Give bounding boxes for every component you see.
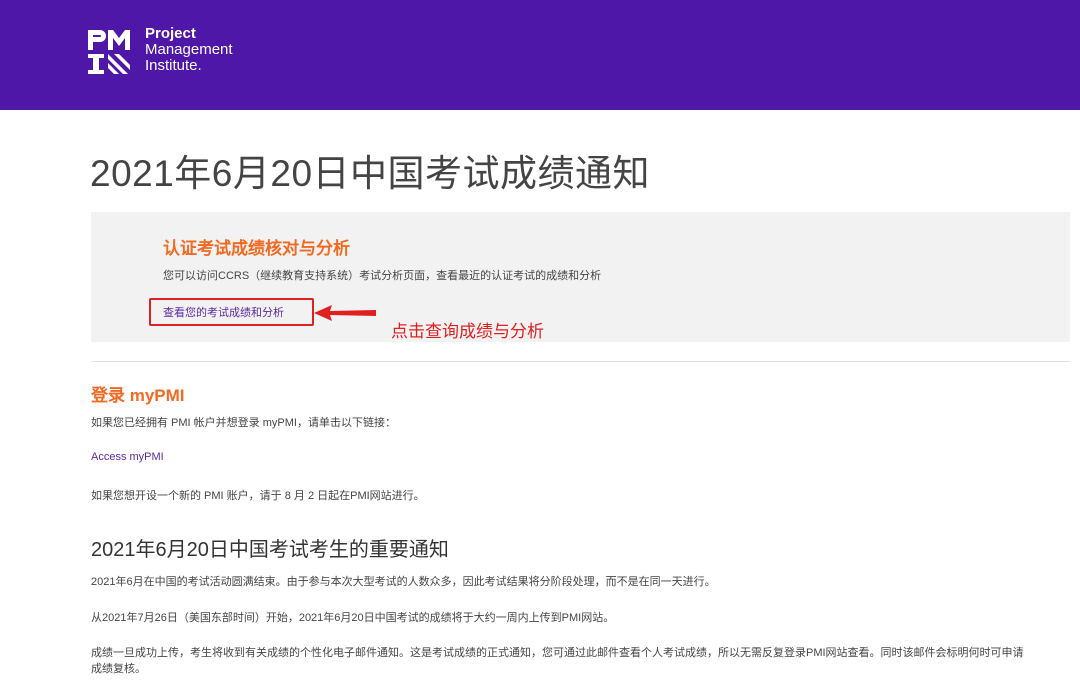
logo-line-institute: Institute. xyxy=(145,57,202,74)
logo-line-project: Project xyxy=(145,25,196,42)
page-title: 2021年6月20日中国考试成绩通知 xyxy=(90,153,651,194)
login-instruction: 如果您已经拥有 PMI 帐户并想登录 myPMI，请单击以下链接： xyxy=(91,417,396,429)
arrow-left-icon xyxy=(314,305,376,321)
view-scores-link[interactable]: 查看您的考试成绩和分析 xyxy=(163,304,284,320)
notice-paragraph-2: 从2021年7月26日（美国东部时间）开始，2021年6月20日中国考试的成绩将… xyxy=(91,612,615,624)
new-account-text: 如果您想开设一个新的 PMI 账户，请于 8 月 2 日起在PMI网站进行。 xyxy=(91,490,425,502)
pmi-logo-text[interactable]: Project Management Institute. xyxy=(145,26,233,74)
panel-description: 您可以访问CCRS（继续教育支持系统）考试分析页面，查看最近的认证考试的成绩和分… xyxy=(163,270,602,282)
panel-heading: 认证考试成绩核对与分析 xyxy=(163,239,350,258)
notice-paragraph-3: 成绩一旦成功上传，考生将收到有关成绩的个性化电子邮件通知。这是考试成绩的正式通知… xyxy=(91,647,1024,675)
score-analysis-panel: 认证考试成绩核对与分析 您可以访问CCRS（继续教育支持系统）考试分析页面，查看… xyxy=(91,212,1070,342)
divider xyxy=(91,361,1070,362)
notice-paragraph-1: 2021年6月在中国的考试活动圆满结束。由于参与本次大型考试的人数众多，因此考试… xyxy=(91,576,716,588)
notice-title: 2021年6月20日中国考试考生的重要通知 xyxy=(91,539,449,561)
logo-line-management: Management xyxy=(145,41,233,58)
pmi-logo-icon[interactable] xyxy=(86,27,138,77)
annotation-text: 点击查询成绩与分析 xyxy=(391,322,544,341)
login-title: 登录 myPMI xyxy=(91,386,185,405)
site-header: Project Management Institute. xyxy=(0,0,1080,110)
access-mypmi-link[interactable]: Access myPMI xyxy=(91,451,164,463)
